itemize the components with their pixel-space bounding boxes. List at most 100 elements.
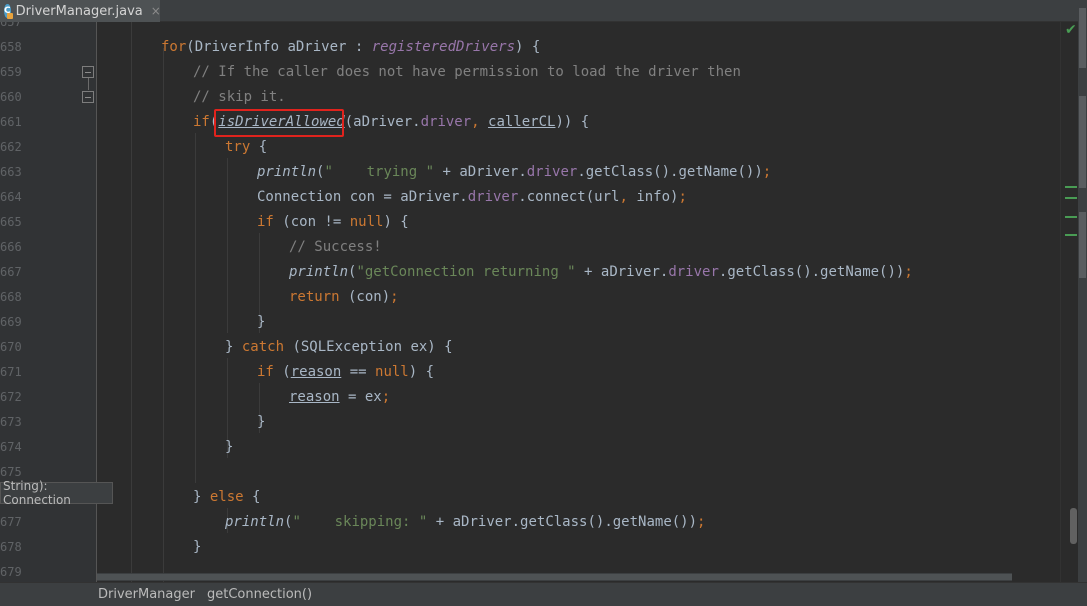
breadcrumb-class[interactable]: DriverManager [98,587,195,602]
keyword: if [257,214,274,230]
keyword: if [257,364,274,380]
code-text: + aDriver. [434,164,527,180]
indent-guide [195,133,196,483]
code-text: } [225,439,234,455]
comment-text: // Success! [289,239,382,255]
code-text: (SQLException ex) { [284,339,453,355]
semicolon: ; [762,164,772,180]
param-caller-cl: callerCL [488,114,556,130]
field-driver: driver [526,164,578,180]
code-text: Connection con = aDriver. [257,189,468,205]
code-text: } [225,339,242,355]
code-text: (aDriver. [344,114,421,130]
keyword: for [161,39,187,55]
line-number: 673 [0,415,22,429]
line-number: 668 [0,290,22,304]
code-line-673[interactable]: } [257,410,265,435]
close-icon[interactable]: × [151,4,161,18]
code-editor[interactable]: 657 658 659 660 661 662 663 664 665 666 … [0,22,1060,582]
code-line-663[interactable]: println(" trying " + aDriver.driver.getC… [257,160,771,185]
code-text: ) { [408,364,435,380]
keyword: null [349,214,384,230]
line-number: 669 [0,315,22,329]
code-line-660[interactable]: // skip it. [193,85,286,110]
tool-window-tab[interactable] [1079,8,1086,68]
code-text: ) { [383,214,409,230]
code-text: .connect(url [518,189,620,205]
tool-window-tab[interactable] [1079,96,1086,188]
line-number: 661 [0,115,22,129]
code-line-664[interactable]: Connection con = aDriver.driver.connect(… [257,185,687,210]
change-marker[interactable] [1065,186,1077,188]
code-text: { [243,489,261,505]
keyword: null [375,364,409,380]
code-line-678[interactable]: } [193,535,201,560]
code-line-672[interactable]: reason = ex; [289,385,390,410]
code-line-674[interactable]: } [225,435,233,460]
breadcrumb-method[interactable]: getConnection() [207,587,312,602]
keyword: else [209,489,244,505]
change-marker[interactable] [1065,197,1077,199]
code-text: { [250,139,268,155]
indent-guide [227,158,228,333]
string-literal: " skipping: " [292,514,428,530]
vertical-scroll-thumb[interactable] [1070,508,1077,544]
code-line-665[interactable]: if (con != null) { [257,210,409,235]
code-text: , [471,114,489,130]
code-text: + aDriver.getClass().getName()) [427,514,698,530]
line-number: 670 [0,340,22,354]
field-driver: driver [420,114,472,130]
code-text: } [193,539,202,555]
code-line-677[interactable]: println(" skipping: " + aDriver.getClass… [225,510,705,535]
code-line-662[interactable]: try { [225,135,267,160]
string-literal: "getConnection returning " [356,264,576,280]
method-println: println [289,264,349,280]
tool-window-tab[interactable] [1079,212,1086,278]
fold-connector [88,78,89,90]
error-stripe[interactable]: ✔ [1060,22,1078,582]
code-text: ( [273,364,291,380]
check-icon[interactable]: ✔ [1065,22,1077,38]
code-line-670[interactable]: } catch (SQLException ex) { [225,335,453,360]
horizontal-scroll-thumb[interactable] [97,574,1012,580]
line-number: 657 [0,22,22,29]
code-line-669[interactable]: } [257,310,265,335]
line-number: 665 [0,215,22,229]
code-text: (con != [273,214,350,230]
indent-guide [131,22,132,582]
tab-label: DriverManager.java [15,3,143,19]
code-line-676[interactable]: } else { [193,485,260,510]
change-marker[interactable] [1065,216,1077,218]
tab-driver-manager[interactable]: C DriverManager.java × [0,0,161,22]
semicolon: ; [390,289,399,305]
code-text: ) { [515,39,541,55]
semicolon: ; [697,514,706,530]
semicolon: ; [904,264,913,280]
code-line-671[interactable]: if (reason == null) { [257,360,434,385]
line-number: 679 [0,565,22,579]
static-field: registeredDrivers [371,39,516,55]
line-number: 663 [0,165,22,179]
code-line-658[interactable]: for(DriverInfo aDriver : registeredDrive… [161,35,540,60]
fold-start-icon[interactable] [82,66,94,78]
code-text: = ex [339,389,382,405]
editor-tab-bar: C DriverManager.java × [0,0,1087,22]
method-println: println [257,164,317,180]
line-number: 677 [0,515,22,529]
method-signature-tooltip: String): Connection [0,479,113,507]
code-line-667[interactable]: println("getConnection returning " + aDr… [289,260,913,285]
string-literal: " trying " [324,164,435,180]
fold-end-icon[interactable] [82,91,94,103]
code-text: + aDriver. [575,264,669,280]
comment-text: // skip it. [193,89,286,105]
code-text: (con) [339,289,391,305]
change-marker[interactable] [1065,234,1077,236]
keyword: if [193,114,210,130]
horizontal-scrollbar[interactable] [97,573,1012,581]
code-line-668[interactable]: return (con); [289,285,399,310]
code-line-659[interactable]: // If the caller does not have permissio… [193,60,741,85]
code-text: .getClass().getName()) [577,164,763,180]
code-line-666[interactable]: // Success! [289,235,382,260]
red-highlight-annotation [214,109,344,137]
line-number: 671 [0,365,22,379]
